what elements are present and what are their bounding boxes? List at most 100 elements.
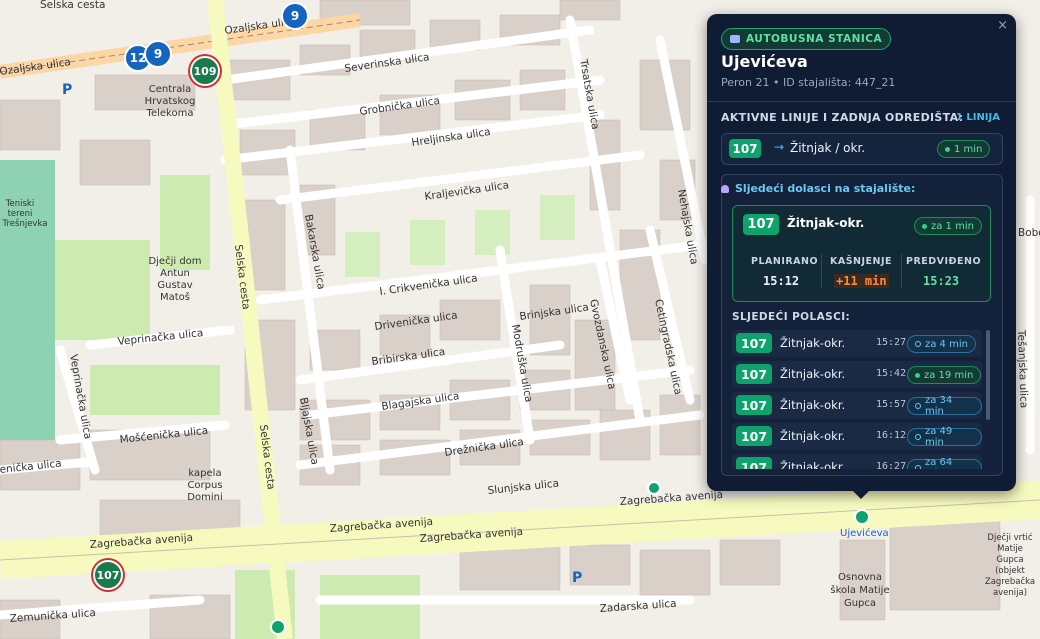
- route-badge: 107: [736, 364, 772, 384]
- svg-text:Centrala: Centrala: [149, 84, 192, 95]
- svg-text:Telekoma: Telekoma: [146, 108, 194, 119]
- separator: [821, 254, 822, 288]
- eta-text: za 1 min: [931, 220, 974, 232]
- planned-label: PLANIRANO: [751, 256, 819, 267]
- route-9-marker-2[interactable]: 9: [144, 40, 172, 68]
- svg-text:škola Matije: škola Matije: [830, 584, 889, 596]
- svg-text:Dječji vrtić: Dječji vrtić: [987, 532, 1032, 543]
- svg-text:Antun: Antun: [160, 268, 190, 279]
- svg-text:(objekt: (objekt: [995, 566, 1025, 576]
- route-109-marker[interactable]: 109: [190, 56, 220, 86]
- svg-text:Domini: Domini: [187, 492, 222, 503]
- eta-text: za 4 min: [925, 338, 968, 350]
- departure-time: 16:12: [876, 430, 907, 441]
- destination: Žitnjak-okr.: [780, 336, 846, 350]
- stop-popup: × AUTOBUSNA STANICA Ujevićeva Peron 21 •…: [707, 14, 1016, 491]
- stop-ujeviceva-marker[interactable]: [854, 509, 870, 525]
- stop-subtitle: Peron 21 • ID stajališta: 447_21: [721, 76, 896, 89]
- svg-text:Selska cesta: Selska cesta: [40, 0, 105, 11]
- stop-title: Ujevićeva: [721, 52, 808, 71]
- scrollbar[interactable]: [986, 330, 990, 420]
- departure-row[interactable]: 107 Žitnjak-okr. 16:12 za 49 min: [732, 423, 982, 450]
- svg-text:P: P: [62, 82, 72, 98]
- svg-text:Osnovna: Osnovna: [838, 572, 882, 583]
- eta-badge: za 4 min: [907, 335, 976, 353]
- svg-text:Corpus: Corpus: [187, 480, 222, 491]
- active-lines-header: AKTIVNE LINIJE I ZADNJA ODREDIŠTA:: [721, 111, 964, 124]
- eta-text: za 49 min: [924, 426, 953, 448]
- live-dot-icon: [922, 223, 927, 229]
- route-badge: 107: [736, 457, 772, 469]
- departure-time: 15:57: [876, 399, 907, 410]
- destination: Žitnjak-okr.: [780, 367, 846, 381]
- divider: [707, 101, 1016, 102]
- departure-row[interactable]: 107 Žitnjak-okr. 15:57 za 34 min: [732, 392, 982, 419]
- route-badge: 107: [736, 395, 772, 415]
- svg-text:kapela: kapela: [188, 468, 221, 479]
- svg-text:Matije: Matije: [997, 544, 1023, 554]
- svg-text:Matoš: Matoš: [160, 291, 190, 303]
- svg-text:Trešnjevka: Trešnjevka: [2, 218, 48, 229]
- svg-text:Gustav: Gustav: [157, 280, 192, 291]
- eta-badge: za 64 min: [907, 457, 982, 469]
- separator: [901, 254, 902, 288]
- route-9-marker[interactable]: 9: [281, 2, 309, 30]
- svg-text:Teniski: Teniski: [5, 199, 34, 209]
- bus-icon: [730, 35, 740, 43]
- stop-type-label: AUTOBUSNA STANICA: [746, 33, 883, 45]
- predicted-label: PREDVIĐENO: [906, 256, 982, 267]
- planned-time: 15:12: [763, 274, 800, 288]
- svg-text:avenija): avenija): [993, 588, 1027, 598]
- departure-row[interactable]: 107 Žitnjak-okr. 15:42 za 19 min: [732, 361, 982, 388]
- departure-time: 15:27: [876, 337, 907, 348]
- eta-text: za 34 min: [924, 395, 953, 417]
- departures-list[interactable]: 107 Žitnjak-okr. 15:27 za 4 min 107 Žitnjak-o…: [732, 330, 992, 469]
- route-badge: 107: [729, 139, 761, 158]
- scheduled-dot-icon: [915, 341, 921, 347]
- popup-pointer: [852, 490, 870, 499]
- svg-text:P: P: [572, 570, 582, 586]
- route-badge: 107: [743, 214, 779, 235]
- close-icon[interactable]: ×: [997, 18, 1008, 33]
- next-arrivals-header: Sljedeći dolasci na stajalište:: [721, 182, 915, 195]
- departure-time: 15:42: [876, 368, 907, 379]
- active-lines-count: 1 LINIJA: [955, 112, 1000, 123]
- route-107-marker[interactable]: 107: [93, 560, 123, 590]
- destination: Žitnjak / okr.: [790, 141, 866, 155]
- eta-text: za 19 min: [924, 369, 974, 381]
- svg-text:Dječji dom: Dječji dom: [148, 255, 201, 267]
- svg-text:Hrvatskog: Hrvatskog: [145, 96, 196, 107]
- destination: Žitnjak-okr.: [780, 460, 846, 469]
- departure-row[interactable]: 107 Žitnjak-okr. 15:27 za 4 min: [732, 330, 982, 357]
- bell-icon: [721, 184, 729, 193]
- eta-badge: za 49 min: [907, 426, 982, 448]
- next-arrival-card[interactable]: 107 Žitnjak-okr. za 1 min PLANIRANO 15:1…: [732, 205, 991, 302]
- destination: Žitnjak-okr.: [780, 429, 846, 443]
- svg-text:tereni: tereni: [8, 209, 33, 219]
- svg-text:Bobo: Bobo: [1018, 227, 1040, 239]
- departure-row[interactable]: 107 Žitnjak-okr. 16:27 za 64 min: [732, 454, 982, 469]
- scheduled-dot-icon: [915, 403, 921, 409]
- arrow-right-icon: →: [774, 140, 785, 154]
- delay-label: KAŠNJENJE: [830, 256, 893, 267]
- active-line-row[interactable]: 107 → Žitnjak / okr. 1 min: [721, 133, 1003, 165]
- svg-text:Ujevićeva: Ujevićeva: [840, 527, 889, 539]
- scheduled-dot-icon: [915, 465, 921, 469]
- svg-text:Gupca: Gupca: [844, 598, 876, 609]
- live-dot-icon: [945, 146, 950, 152]
- svg-text:Zagrebačka: Zagrebačka: [985, 576, 1035, 587]
- destination: Žitnjak-okr.: [780, 398, 846, 412]
- eta-text: 1 min: [954, 143, 983, 155]
- eta-badge: 1 min: [937, 140, 991, 158]
- delay-value: +11 min: [834, 274, 889, 288]
- departures-header: SLJEDEĆI POLASCI:: [732, 311, 851, 323]
- predicted-time: 15:23: [923, 274, 960, 288]
- stop-type-badge: AUTOBUSNA STANICA: [721, 28, 892, 50]
- eta-badge: za 1 min: [914, 217, 982, 235]
- route-badge: 107: [736, 333, 772, 353]
- route-badge: 107: [736, 426, 772, 446]
- eta-badge: za 34 min: [907, 395, 982, 417]
- scheduled-dot-icon: [915, 434, 921, 440]
- destination: Žitnjak-okr.: [787, 216, 865, 230]
- live-dot-icon: [915, 372, 920, 378]
